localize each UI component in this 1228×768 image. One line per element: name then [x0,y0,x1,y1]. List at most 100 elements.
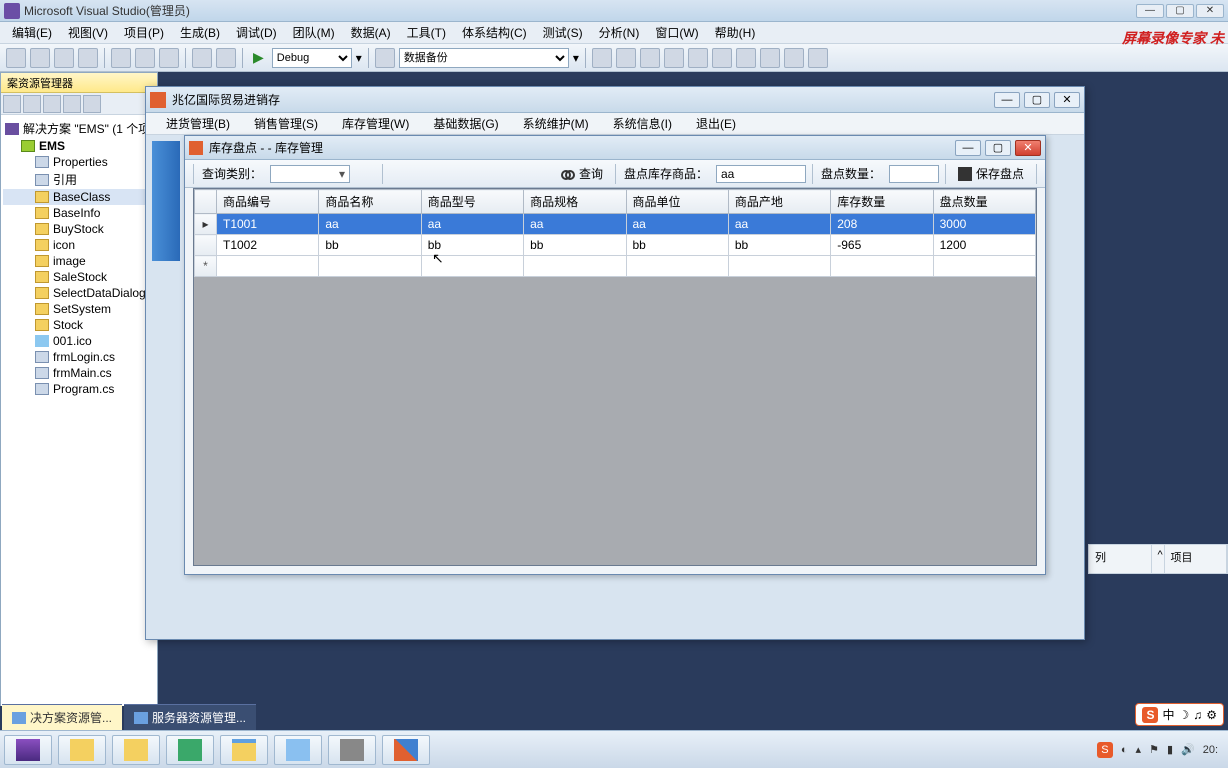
col-header[interactable]: 盘点数量 [933,190,1035,214]
volume-icon[interactable]: 🔊 [1181,743,1195,756]
redo-icon[interactable] [216,48,236,68]
cell[interactable]: bb [421,235,523,256]
open-icon[interactable] [6,48,26,68]
query-type-dropdown[interactable] [270,165,350,183]
row-selector-header[interactable] [195,190,217,214]
tb-icon[interactable] [43,95,61,113]
minimize-button[interactable]: — [955,140,981,156]
tb-icon[interactable] [808,48,828,68]
clock[interactable]: 20: [1203,744,1218,756]
maximize-button[interactable]: ▢ [1166,4,1194,18]
flag-icon[interactable]: ⚑ [1149,743,1159,756]
cell[interactable]: T1001 [217,214,319,235]
col-header[interactable]: 商品产地 [728,190,830,214]
close-button[interactable]: ✕ [1054,92,1080,108]
menu-sales[interactable]: 销售管理(S) [242,113,330,134]
cell[interactable]: aa [728,214,830,235]
cell[interactable] [933,256,1035,277]
menu-build[interactable]: 生成(B) [172,22,228,43]
undo-icon[interactable] [192,48,212,68]
taskbar-app[interactable] [274,735,322,765]
cell[interactable]: aa [319,214,421,235]
col-header[interactable]: 项目 [1165,545,1228,573]
run-icon[interactable]: ▶ [249,49,268,66]
cell[interactable]: -965 [831,235,933,256]
menu-project[interactable]: 项目(P) [116,22,172,43]
tree-item[interactable]: Properties [3,154,155,170]
tb-icon[interactable] [3,95,21,113]
search-button[interactable]: 查询 [555,163,609,184]
tree-item[interactable]: SaleStock [3,269,155,285]
paste-icon[interactable] [159,48,179,68]
close-button[interactable]: ✕ [1015,140,1041,156]
menu-team[interactable]: 团队(M) [285,22,343,43]
menu-purchase[interactable]: 进货管理(B) [154,113,242,134]
saveall-icon[interactable] [78,48,98,68]
child-titlebar[interactable]: 库存盘点 - - 库存管理 — ▢ ✕ [185,136,1045,160]
col-header[interactable]: 商品编号 [217,190,319,214]
dropdown-arrow[interactable]: ▾ [573,51,579,65]
col-header[interactable]: 库存数量 [831,190,933,214]
col-header[interactable]: 列 [1089,545,1152,573]
menu-test[interactable]: 测试(S) [535,22,591,43]
row-indicator[interactable] [195,235,217,256]
tb-icon[interactable] [592,48,612,68]
cell[interactable] [626,256,728,277]
qty-input[interactable] [889,165,939,183]
cell[interactable]: 3000 [933,214,1035,235]
tree-item[interactable]: SelectDataDialog [3,285,155,301]
maximize-button[interactable]: ▢ [1024,92,1050,108]
tb-icon[interactable] [784,48,804,68]
taskbar-app[interactable] [166,735,214,765]
tree-item[interactable]: BaseClass [3,189,155,205]
target-dropdown[interactable]: 数据备份 [399,48,569,68]
tb-icon[interactable] [23,95,41,113]
tb-icon[interactable] [616,48,636,68]
tree-item[interactable]: 引用 [3,170,155,189]
ime-badge[interactable]: S 中 ☽ ♫ ⚙ [1135,703,1224,726]
cell[interactable] [319,256,421,277]
tree-item[interactable]: image [3,253,155,269]
cell[interactable] [831,256,933,277]
sogou-tray-icon[interactable]: S [1097,742,1113,758]
cell[interactable]: aa [626,214,728,235]
menu-data[interactable]: 数据(A) [343,22,399,43]
col-header[interactable]: 商品规格 [524,190,626,214]
tb-icon[interactable] [63,95,81,113]
target-icon[interactable] [375,48,395,68]
cell[interactable] [524,256,626,277]
cell[interactable] [217,256,319,277]
project-node[interactable]: EMS [3,138,155,154]
menu-sysinfo[interactable]: 系统信息(I) [601,113,684,134]
solution-node[interactable]: 解决方案 "EMS" (1 个项目 [3,119,155,138]
tb-icon[interactable] [712,48,732,68]
cell[interactable]: aa [524,214,626,235]
cell[interactable]: 208 [831,214,933,235]
add-icon[interactable] [30,48,50,68]
maximize-button[interactable]: ▢ [985,140,1011,156]
cell[interactable]: aa [421,214,523,235]
menu-exit[interactable]: 退出(E) [684,113,748,134]
cell[interactable]: bb [626,235,728,256]
tb-icon[interactable] [640,48,660,68]
cell[interactable] [728,256,830,277]
tree-item[interactable]: BaseInfo [3,205,155,221]
menu-tools[interactable]: 工具(T) [399,22,454,43]
copy-icon[interactable] [135,48,155,68]
cut-icon[interactable] [111,48,131,68]
tree-item[interactable]: icon [3,237,155,253]
col-header[interactable]: 商品单位 [626,190,728,214]
cell[interactable]: 1200 [933,235,1035,256]
tree-item[interactable]: 001.ico [3,333,155,349]
cell[interactable]: bb [728,235,830,256]
config-dropdown[interactable]: Debug [272,48,352,68]
goods-input[interactable]: aa [716,165,806,183]
taskbar-app[interactable] [382,735,430,765]
menu-analyze[interactable]: 分析(N) [591,22,648,43]
tree-item[interactable]: SetSystem [3,301,155,317]
menu-help[interactable]: 帮助(H) [707,22,764,43]
tree-item[interactable]: frmLogin.cs [3,349,155,365]
tree-item[interactable]: Program.cs [3,381,155,397]
taskbar-app[interactable] [328,735,376,765]
tb-icon[interactable] [688,48,708,68]
